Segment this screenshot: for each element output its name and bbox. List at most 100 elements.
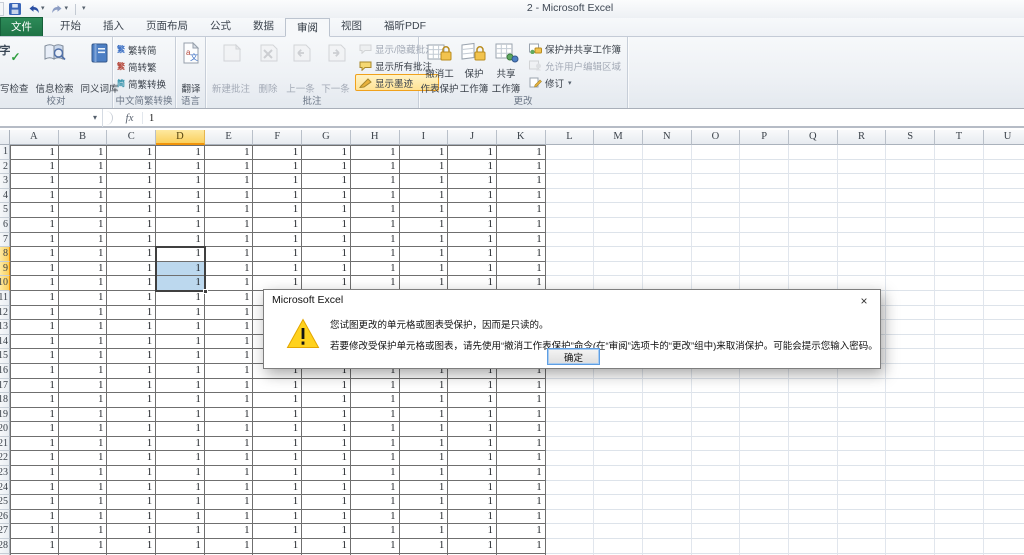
cell-Q6[interactable] <box>789 218 838 233</box>
cell-J7[interactable]: 1 <box>448 233 497 248</box>
cell-S4[interactable] <box>886 189 935 204</box>
cell-T18[interactable] <box>935 393 984 408</box>
cell-L3[interactable] <box>546 174 595 189</box>
cell-B9[interactable]: 1 <box>59 262 108 277</box>
cell-K1[interactable]: 1 <box>497 145 546 160</box>
cell-M20[interactable] <box>594 422 643 437</box>
cell-H2[interactable]: 1 <box>351 160 400 175</box>
previous-comment-button[interactable]: 上一条 <box>283 39 318 95</box>
cell-T8[interactable] <box>935 247 984 262</box>
cell-L9[interactable] <box>546 262 595 277</box>
cell-M1[interactable] <box>594 145 643 160</box>
cell-E1[interactable]: 1 <box>205 145 254 160</box>
cell-S23[interactable] <box>886 466 935 481</box>
cell-Q8[interactable] <box>789 247 838 262</box>
cell-M4[interactable] <box>594 189 643 204</box>
cell-K27[interactable]: 1 <box>497 524 546 539</box>
cell-L8[interactable] <box>546 247 595 262</box>
cell-D1[interactable]: 1 <box>156 145 205 160</box>
cell-B11[interactable]: 1 <box>59 291 108 306</box>
cell-B17[interactable]: 1 <box>59 379 108 394</box>
row-header-22[interactable]: 22 <box>0 451 10 466</box>
cell-N19[interactable] <box>643 408 692 423</box>
cell-Q25[interactable] <box>789 495 838 510</box>
cell-S5[interactable] <box>886 203 935 218</box>
cell-O3[interactable] <box>692 174 741 189</box>
cell-H4[interactable]: 1 <box>351 189 400 204</box>
cell-F26[interactable]: 1 <box>253 510 302 525</box>
cell-F18[interactable]: 1 <box>253 393 302 408</box>
tab-review[interactable]: 审阅 <box>285 18 330 37</box>
cell-N20[interactable] <box>643 422 692 437</box>
cell-T16[interactable] <box>935 364 984 379</box>
cell-I7[interactable]: 1 <box>400 233 449 248</box>
cell-O5[interactable] <box>692 203 741 218</box>
cell-T13[interactable] <box>935 320 984 335</box>
cell-P3[interactable] <box>740 174 789 189</box>
cell-N26[interactable] <box>643 510 692 525</box>
cell-N17[interactable] <box>643 379 692 394</box>
cell-T6[interactable] <box>935 218 984 233</box>
cell-A8[interactable]: 1 <box>10 247 59 262</box>
row-header-3[interactable]: 3 <box>0 174 10 189</box>
cell-R23[interactable] <box>838 466 887 481</box>
cell-M24[interactable] <box>594 481 643 496</box>
cell-T27[interactable] <box>935 524 984 539</box>
cell-K7[interactable]: 1 <box>497 233 546 248</box>
cell-C13[interactable]: 1 <box>107 320 156 335</box>
cell-M21[interactable] <box>594 437 643 452</box>
row-header-27[interactable]: 27 <box>0 524 10 539</box>
cell-Q21[interactable] <box>789 437 838 452</box>
cell-U13[interactable] <box>984 320 1024 335</box>
cell-B24[interactable]: 1 <box>59 481 108 496</box>
cell-M19[interactable] <box>594 408 643 423</box>
cell-M27[interactable] <box>594 524 643 539</box>
tab-data[interactable]: 数据 <box>242 17 285 36</box>
cell-B26[interactable]: 1 <box>59 510 108 525</box>
cell-R22[interactable] <box>838 451 887 466</box>
cell-P6[interactable] <box>740 218 789 233</box>
unprotect-sheet-button[interactable]: 撤消工 作表保护 <box>421 39 458 95</box>
column-header-P[interactable]: P <box>740 130 789 145</box>
column-header-C[interactable]: C <box>107 130 156 145</box>
cell-E3[interactable]: 1 <box>205 174 254 189</box>
cell-J20[interactable]: 1 <box>448 422 497 437</box>
cell-B5[interactable]: 1 <box>59 203 108 218</box>
cell-H20[interactable]: 1 <box>351 422 400 437</box>
cell-A3[interactable]: 1 <box>10 174 59 189</box>
cell-A4[interactable]: 1 <box>10 189 59 204</box>
cell-E13[interactable]: 1 <box>205 320 254 335</box>
cell-S20[interactable] <box>886 422 935 437</box>
share-workbook-button[interactable]: 共享 工作簿 <box>490 39 522 95</box>
cell-S11[interactable] <box>886 291 935 306</box>
cell-K4[interactable]: 1 <box>497 189 546 204</box>
cell-U23[interactable] <box>984 466 1024 481</box>
cell-E17[interactable]: 1 <box>205 379 254 394</box>
cell-C1[interactable]: 1 <box>107 145 156 160</box>
cell-Q20[interactable] <box>789 422 838 437</box>
cell-K9[interactable]: 1 <box>497 262 546 277</box>
row-header-23[interactable]: 23 <box>0 466 10 481</box>
cell-I24[interactable]: 1 <box>400 481 449 496</box>
cell-A16[interactable]: 1 <box>10 364 59 379</box>
cell-B21[interactable]: 1 <box>59 437 108 452</box>
cell-K26[interactable]: 1 <box>497 510 546 525</box>
column-header-M[interactable]: M <box>594 130 643 145</box>
cell-B28[interactable]: 1 <box>59 539 108 554</box>
cell-N3[interactable] <box>643 174 692 189</box>
cell-M7[interactable] <box>594 233 643 248</box>
cell-A17[interactable]: 1 <box>10 379 59 394</box>
cell-F7[interactable]: 1 <box>253 233 302 248</box>
cell-G25[interactable]: 1 <box>302 495 351 510</box>
cell-U16[interactable] <box>984 364 1024 379</box>
cell-M8[interactable] <box>594 247 643 262</box>
cell-B2[interactable]: 1 <box>59 160 108 175</box>
cell-R28[interactable] <box>838 539 887 554</box>
cell-C24[interactable]: 1 <box>107 481 156 496</box>
cell-D16[interactable]: 1 <box>156 364 205 379</box>
cell-K5[interactable]: 1 <box>497 203 546 218</box>
spell-check-button[interactable]: 字✓ 拼写检查 <box>0 39 32 95</box>
cell-H26[interactable]: 1 <box>351 510 400 525</box>
cell-R24[interactable] <box>838 481 887 496</box>
column-header-R[interactable]: R <box>838 130 887 145</box>
